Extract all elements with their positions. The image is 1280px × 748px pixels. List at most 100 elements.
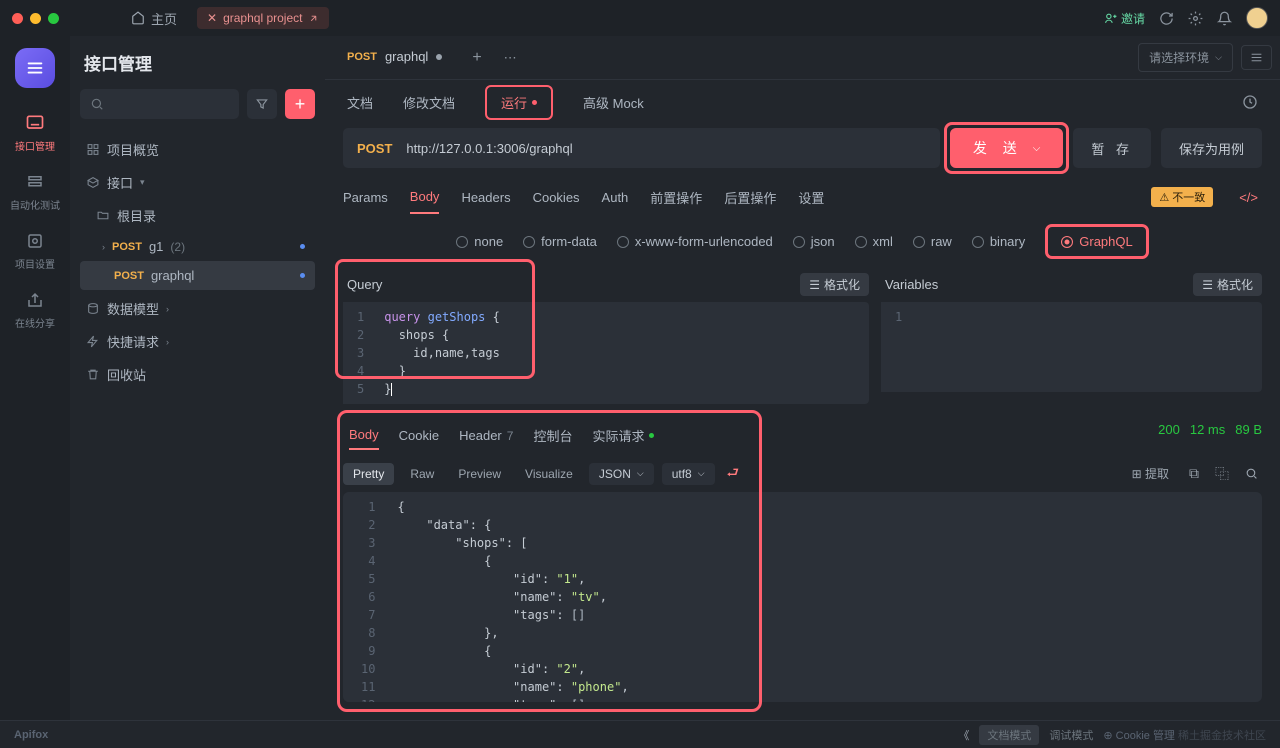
tab-body[interactable]: Body [410,181,440,214]
sidebar-item-api[interactable]: 接口管理 [15,112,55,153]
add-tab-button[interactable]: + [462,43,491,73]
sidebar-item-automation[interactable]: 自动化测试 [10,171,60,212]
history-button[interactable] [1242,94,1258,110]
request-bar: POST http://127.0.0.1:3006/graphql 发 送 ⌵… [343,128,1262,168]
tab-postscript[interactable]: 后置操作 [724,180,776,215]
tab-graphql[interactable]: POST graphql [333,41,456,74]
tree-datamodel[interactable]: 数据模型 › [80,292,315,325]
panel-toggle-button[interactable] [1241,45,1272,70]
format-selector[interactable]: JSON ⌵ [589,463,654,485]
project-tab[interactable]: ✕ graphql project [197,7,329,29]
encoding-selector[interactable]: utf8 ⌵ [662,463,715,485]
project-tab-label: graphql project [223,11,302,25]
bodytype-formdata[interactable]: form-data [523,234,597,249]
view-preview[interactable]: Preview [450,463,509,485]
home-button[interactable]: 主页 [123,9,185,28]
bodytype-graphql[interactable]: GraphQL [1045,224,1148,259]
save-case-button[interactable]: 保存为用例 [1161,128,1262,168]
resp-tab-cookie[interactable]: Cookie [399,422,439,449]
tree: 项目概览 接口 ▾ 根目录 › POST g1 (2) [80,129,315,391]
response-body[interactable]: 123456789101112 { "data": { "shops": [ {… [343,492,1262,702]
tree-label: graphql [151,268,194,283]
bell-icon[interactable] [1217,11,1232,26]
env-selector[interactable]: 请选择环境 ⌵ [1138,43,1233,72]
close-window-icon[interactable] [12,13,23,24]
code-body [912,302,932,392]
tree-overview[interactable]: 项目概览 [80,133,315,166]
bodytype-binary[interactable]: binary [972,234,1025,249]
tree-recycle[interactable]: 回收站 [80,358,315,391]
line-gutter: 1 [881,302,912,392]
format-button[interactable]: ☰ 格式化 [800,273,869,296]
rail-label: 在线分享 [15,315,55,330]
body-type-radios: none form-data x-www-form-urlencoded jso… [325,216,1280,267]
resp-tab-console[interactable]: 控制台 [533,420,572,451]
sidebar-item-share[interactable]: 在线分享 [15,289,55,330]
more-tabs-icon[interactable]: ⋯ [498,44,523,72]
tab-headers[interactable]: Headers [461,182,510,213]
bodytype-xml[interactable]: xml [855,234,893,249]
save-button[interactable]: 暂 存 [1073,128,1151,168]
tree-quickreq[interactable]: 快捷请求 › [80,325,315,358]
method-badge: POST [347,51,377,63]
debug-mode-button[interactable]: 调试模式 [1049,727,1093,743]
extract-button[interactable]: ⊞ 提取 [1124,461,1177,486]
maximize-window-icon[interactable] [48,13,59,24]
resp-tab-body[interactable]: Body [349,421,379,450]
code-body: query getShops { shops { id,name,tags }} [374,302,510,404]
tab-prescript[interactable]: 前置操作 [650,180,702,215]
avatar[interactable] [1246,7,1268,29]
copy-icon[interactable]: ⿻ [1211,464,1233,484]
tree-interface[interactable]: 接口 ▾ [80,166,315,199]
subtab-edit[interactable]: 修改文档 [403,85,455,120]
bodytype-json[interactable]: json [793,234,835,249]
code-button[interactable]: </> [1235,190,1262,205]
close-tab-icon[interactable]: ✕ [207,11,217,25]
doc-mode-button[interactable]: 文档模式 [979,725,1039,745]
subtab-run[interactable]: 运行 [485,85,553,120]
view-visualize[interactable]: Visualize [517,463,581,485]
clock-icon [1242,94,1258,110]
tab-settings[interactable]: 设置 [798,180,824,215]
inconsistent-badge[interactable]: ⚠ 不一致 [1151,187,1213,207]
refresh-icon[interactable] [1159,11,1174,26]
sidebar-item-settings[interactable]: 项目设置 [15,230,55,271]
request-tabs: Params Body Headers Cookies Auth 前置操作 后置… [325,178,1280,216]
view-raw[interactable]: Raw [402,463,442,485]
tree-item-g1[interactable]: › POST g1 (2) [80,232,315,261]
query-editor[interactable]: 12345 query getShops { shops { id,name,t… [343,302,869,404]
gear-icon[interactable] [1188,11,1203,26]
tab-params[interactable]: Params [343,182,388,213]
filter-button[interactable] [247,89,277,119]
resp-tab-actual[interactable]: 实际请求 [592,420,654,451]
variables-editor[interactable]: 1 [881,302,1262,392]
chevron-down-icon[interactable]: ⌵ [1033,143,1041,154]
resp-tab-header[interactable]: Header 7 [459,422,513,449]
add-button[interactable]: + [285,89,315,119]
bodytype-raw[interactable]: raw [913,234,952,249]
tree-rootdir[interactable]: 根目录 [80,199,315,232]
view-pretty[interactable]: Pretty [343,463,394,485]
tree-item-graphql[interactable]: POST graphql [80,261,315,290]
search-input[interactable] [80,89,239,119]
url-input[interactable]: POST http://127.0.0.1:3006/graphql [343,128,940,168]
tree-label: 回收站 [107,365,146,384]
tab-auth[interactable]: Auth [602,182,629,213]
send-button[interactable]: 发 送 ⌵ [950,128,1063,168]
minimize-window-icon[interactable] [30,13,41,24]
traffic-lights [12,13,59,24]
bodytype-none[interactable]: none [456,234,503,249]
format-button[interactable]: ☰ 格式化 [1193,273,1262,296]
collapse-left-icon[interactable]: 《 [958,727,969,743]
footer-logo: Apifox [14,729,48,741]
search-icon[interactable] [1241,467,1262,480]
bodytype-urlencoded[interactable]: x-www-form-urlencoded [617,234,773,249]
variables-title: Variables [885,277,938,292]
subtab-doc[interactable]: 文档 [347,85,373,120]
home-icon [131,11,145,25]
wrap-icon[interactable]: ⮐ [723,462,744,486]
invite-button[interactable]: 邀请 [1104,10,1145,27]
subtab-mock[interactable]: 高级 Mock [583,85,644,120]
tab-cookies[interactable]: Cookies [533,182,580,213]
new-window-icon[interactable]: ⧉ [1185,465,1203,482]
